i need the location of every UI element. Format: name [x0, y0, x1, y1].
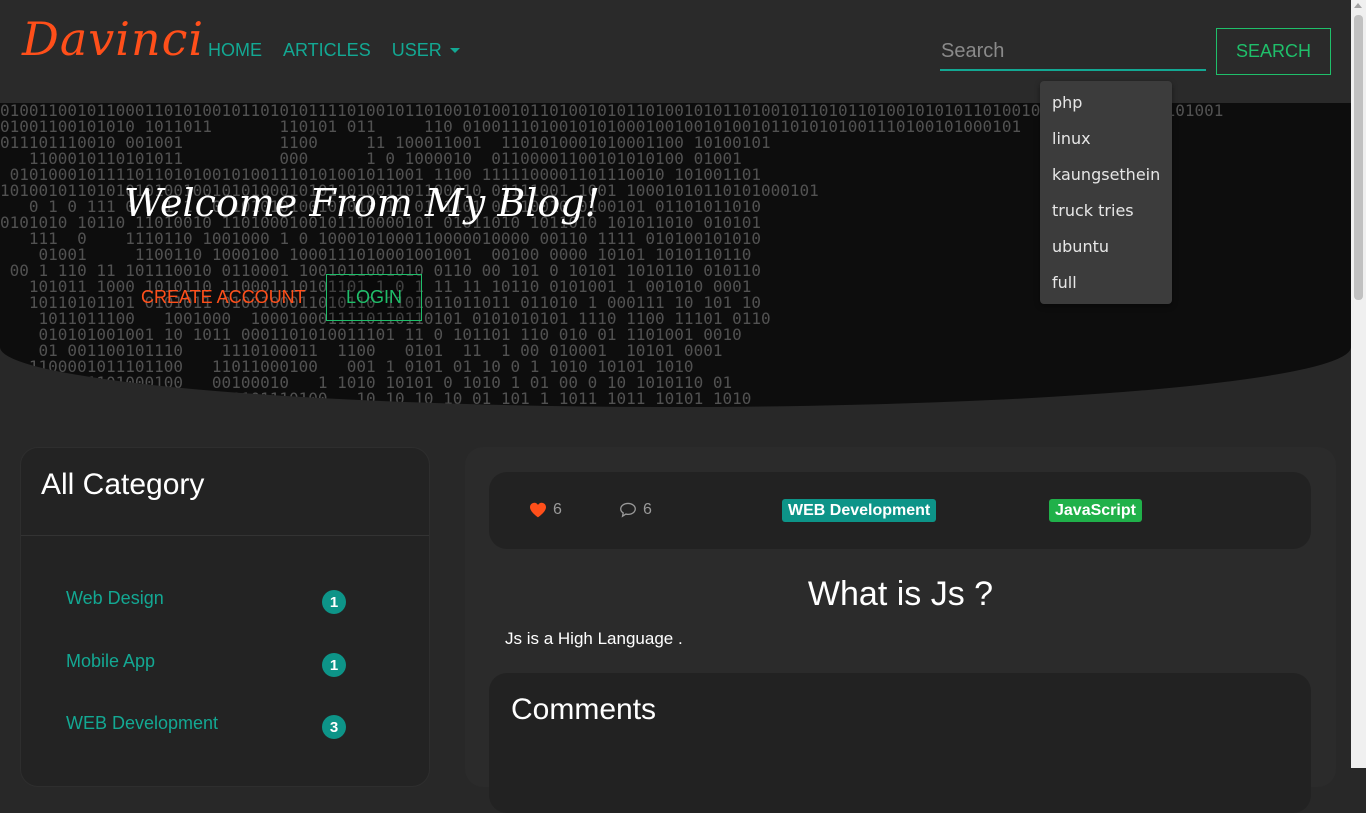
suggestion-item[interactable]: truck tries	[1040, 193, 1172, 229]
count-badge: 3	[322, 715, 346, 739]
create-account-link[interactable]: CREATE ACCOUNT	[141, 287, 306, 308]
category-item-web-design[interactable]: Web Design 1	[66, 588, 346, 618]
comments-panel: Comments	[489, 673, 1311, 813]
category-panel: All Category Web Design 1 Mobile App 1 W…	[20, 447, 430, 787]
chevron-down-icon	[449, 48, 460, 53]
nav-articles[interactable]: ARTICLES	[283, 40, 371, 61]
suggestion-item[interactable]: php	[1040, 85, 1172, 121]
comment-count: 6	[643, 501, 652, 518]
heart-icon	[530, 502, 546, 518]
category-item-mobile-app[interactable]: Mobile App 1	[66, 651, 346, 681]
scroll-up-arrow-icon[interactable]	[1354, 3, 1362, 8]
count-badge: 1	[322, 653, 346, 677]
search-button[interactable]: SEARCH	[1216, 28, 1331, 75]
suggestion-item[interactable]: kaungsethein	[1040, 157, 1172, 193]
nav-links: HOME ARTICLES USER	[208, 40, 481, 61]
count-badge: 1	[322, 590, 346, 614]
category-item-web-development[interactable]: WEB Development 3	[66, 713, 346, 743]
like-button[interactable]: 6	[529, 501, 562, 519]
category-label: Mobile App	[66, 651, 156, 671]
nav-user-dropdown[interactable]: USER	[392, 40, 460, 61]
suggestion-item[interactable]: linux	[1040, 121, 1172, 157]
post-panel: 6 6 WEB Development JavaScript What is J…	[465, 447, 1336, 813]
like-count: 6	[553, 501, 562, 518]
hero-title: Welcome From My Blog!	[124, 181, 600, 225]
suggestion-item[interactable]: full	[1040, 265, 1172, 301]
tag-web-development[interactable]: WEB Development	[782, 499, 937, 522]
category-title: All Category	[41, 468, 205, 501]
tag-javascript[interactable]: JavaScript	[1049, 499, 1142, 522]
scrollbar-thumb[interactable]	[1354, 15, 1363, 300]
comment-button[interactable]: 6	[619, 501, 652, 519]
post-meta-bar: 6 6 WEB Development JavaScript	[489, 472, 1311, 549]
post-title: What is Js ?	[807, 575, 994, 613]
search-input[interactable]	[940, 33, 1206, 71]
search-suggestions: php linux kaungsethein truck tries ubunt…	[1040, 81, 1172, 304]
comment-icon	[620, 502, 636, 518]
brand-logo[interactable]: Davinci	[22, 12, 204, 66]
page-scrollbar[interactable]	[1351, 0, 1366, 768]
suggestion-item[interactable]: ubuntu	[1040, 229, 1172, 265]
login-button[interactable]: LOGIN	[326, 274, 422, 321]
divider	[21, 535, 429, 536]
nav-home[interactable]: HOME	[208, 40, 262, 61]
post-body: Js is a High Language .	[505, 629, 683, 648]
category-label: WEB Development	[66, 713, 219, 733]
comments-title: Comments	[511, 693, 657, 726]
nav-user-label: USER	[391, 40, 442, 60]
category-label: Web Design	[66, 588, 164, 608]
